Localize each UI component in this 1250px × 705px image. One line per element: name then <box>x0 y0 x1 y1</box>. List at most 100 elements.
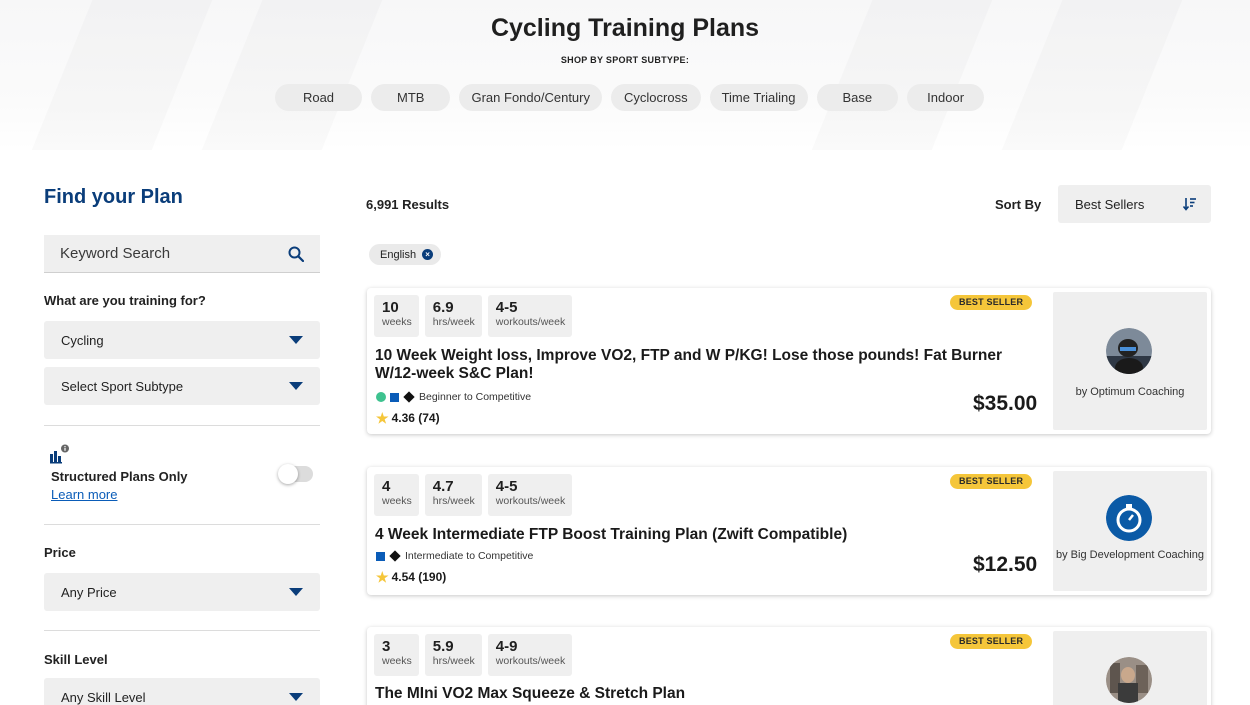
plan-card[interactable]: 10 weeks 6.9 hrs/week 4-5 workouts/week … <box>367 288 1211 434</box>
intermediate-square-icon <box>390 392 399 402</box>
keyword-search[interactable] <box>44 235 320 273</box>
hero-banner: Cycling Training Plans SHOP BY SPORT SUB… <box>0 0 1250 150</box>
skill-level-value: Any Skill Level <box>61 689 146 705</box>
plan-card[interactable]: 3 weeks 5.9 hrs/week 4-9 workouts/week B… <box>367 627 1211 705</box>
divider <box>44 524 320 525</box>
toggle-knob <box>278 464 298 484</box>
sport-subtype-value: Select Sport Subtype <box>61 378 184 394</box>
advanced-diamond-icon <box>403 391 415 403</box>
results-count: 6,991 Results <box>366 197 450 212</box>
plan-card[interactable]: 4 weeks 4.7 hrs/week 4-5 workouts/week B… <box>367 467 1211 595</box>
plan-stats: 10 weeks 6.9 hrs/week 4-5 workouts/week <box>374 295 573 337</box>
structured-plans-label: Structured Plans Only <box>51 469 188 484</box>
stat-unit: hrs/week <box>432 655 475 667</box>
coach-name[interactable]: by Optimum Coaching <box>1053 386 1207 398</box>
plan-price: $35.00 <box>973 392 1038 415</box>
stat-value: 4-5 <box>495 299 518 316</box>
skill-level-label: Skill Level <box>44 652 108 667</box>
subtype-chip-road[interactable]: Road <box>274 84 363 111</box>
active-filter-label: English <box>380 248 417 261</box>
stat-value: 6.9 <box>432 299 454 316</box>
stat-workouts: 4-5 workouts/week <box>487 295 573 337</box>
plan-stats: 3 weeks 5.9 hrs/week 4-9 workouts/week <box>374 634 573 676</box>
divider <box>44 425 320 426</box>
chevron-down-icon <box>289 693 303 701</box>
price-select[interactable]: Any Price <box>44 573 320 611</box>
sort-select[interactable]: Best Sellers <box>1058 185 1211 223</box>
chevron-down-icon <box>289 336 303 344</box>
coach-panel[interactable]: by Big Development Coaching <box>1053 471 1207 591</box>
best-seller-badge: BEST SELLER <box>950 634 1033 649</box>
filter-sidebar: Find your Plan What are you training for… <box>44 186 320 705</box>
sport-subtype-select[interactable]: Select Sport Subtype <box>44 367 320 405</box>
page-title: Cycling Training Plans <box>490 14 760 42</box>
coach-name[interactable]: by Big Development Coaching <box>1053 549 1207 561</box>
rating-text: 4.54 (190) <box>391 570 447 584</box>
plan-rating: ★ 4.36 (74) <box>376 411 440 425</box>
stat-unit: weeks <box>382 495 412 507</box>
stat-weeks: 3 weeks <box>374 634 419 676</box>
subtype-chip-base[interactable]: Base <box>816 84 899 111</box>
plan-rating: ★ 4.54 (190) <box>376 570 446 584</box>
stat-value: 4-5 <box>495 478 518 495</box>
search-icon[interactable] <box>288 246 304 262</box>
plan-title[interactable]: 4 Week Intermediate FTP Boost Training P… <box>375 526 1025 544</box>
best-seller-badge: BEST SELLER <box>950 474 1033 489</box>
training-for-label: What are you training for? <box>44 293 206 308</box>
coach-panel[interactable]: by Optimum Coaching <box>1053 292 1207 430</box>
stat-weeks: 10 weeks <box>374 295 419 337</box>
learn-more-link[interactable]: Learn more <box>51 487 117 502</box>
subtype-chip-mtb[interactable]: MTB <box>371 84 451 111</box>
stat-workouts: 4-9 workouts/week <box>487 634 573 676</box>
advanced-diamond-icon <box>389 550 401 562</box>
plan-title[interactable]: 10 Week Weight loss, Improve VO2, FTP an… <box>375 347 1025 383</box>
subtype-chip-cyclocross[interactable]: Cyclocross <box>611 84 701 111</box>
subtype-chip-indoor[interactable]: Indoor <box>907 84 985 111</box>
beginner-circle-icon <box>376 392 386 402</box>
skill-level-text: Intermediate to Competitive <box>405 550 534 562</box>
stat-unit: hrs/week <box>432 495 475 507</box>
stat-value: 5.9 <box>432 638 454 655</box>
stat-workouts: 4-5 workouts/week <box>487 474 573 516</box>
active-filter-chip[interactable]: English × <box>369 244 442 265</box>
stat-unit: workouts/week <box>495 655 566 667</box>
chevron-down-icon <box>289 588 303 596</box>
close-icon[interactable]: × <box>422 249 434 260</box>
coach-panel[interactable] <box>1053 631 1207 705</box>
rating-text: 4.36 (74) <box>391 411 440 425</box>
skill-level-select[interactable]: Any Skill Level <box>44 678 320 705</box>
skill-level: Intermediate to Competitive <box>376 550 533 562</box>
structured-plan-icon <box>50 444 69 464</box>
plan-stats: 4 weeks 4.7 hrs/week 4-5 workouts/week <box>374 474 573 516</box>
stat-value: 3 <box>382 638 391 655</box>
coach-avatar[interactable] <box>1106 328 1152 374</box>
intermediate-square-icon <box>376 551 385 561</box>
stat-value: 4-9 <box>495 638 518 655</box>
stat-unit: hrs/week <box>432 316 475 328</box>
sport-select[interactable]: Cycling <box>44 321 320 359</box>
subtype-chip-gran-fondo[interactable]: Gran Fondo/Century <box>459 84 602 111</box>
stat-unit: weeks <box>382 655 412 667</box>
plan-title[interactable]: The MIni VO2 Max Squeeze & Stretch Plan <box>375 685 1025 703</box>
price-select-value: Any Price <box>61 584 117 600</box>
plan-price: $12.50 <box>973 553 1038 576</box>
stat-value: 4 <box>382 478 391 495</box>
subtype-chip-time-trialing[interactable]: Time Trialing <box>709 84 808 111</box>
sort-icon <box>1183 198 1196 211</box>
structured-plans-toggle[interactable] <box>278 464 313 484</box>
subtype-heading: SHOP BY SPORT SUBTYPE: <box>560 55 690 65</box>
coach-avatar[interactable] <box>1106 495 1152 541</box>
stat-hours: 4.7 hrs/week <box>424 474 482 516</box>
stat-value: 10 <box>382 299 399 316</box>
coach-avatar[interactable] <box>1106 657 1152 703</box>
subtype-chips: Road MTB Gran Fondo/Century Cyclocross T… <box>0 84 1250 111</box>
sort-by-label: Sort By <box>995 197 1042 212</box>
stat-unit: workouts/week <box>495 316 566 328</box>
star-icon: ★ <box>376 410 389 426</box>
skill-level-text: Beginner to Competitive <box>419 391 532 403</box>
star-icon: ★ <box>376 569 389 585</box>
sort-select-value: Best Sellers <box>1075 196 1145 212</box>
skill-level: Beginner to Competitive <box>376 391 531 403</box>
divider <box>44 630 320 631</box>
search-input[interactable] <box>60 245 288 262</box>
